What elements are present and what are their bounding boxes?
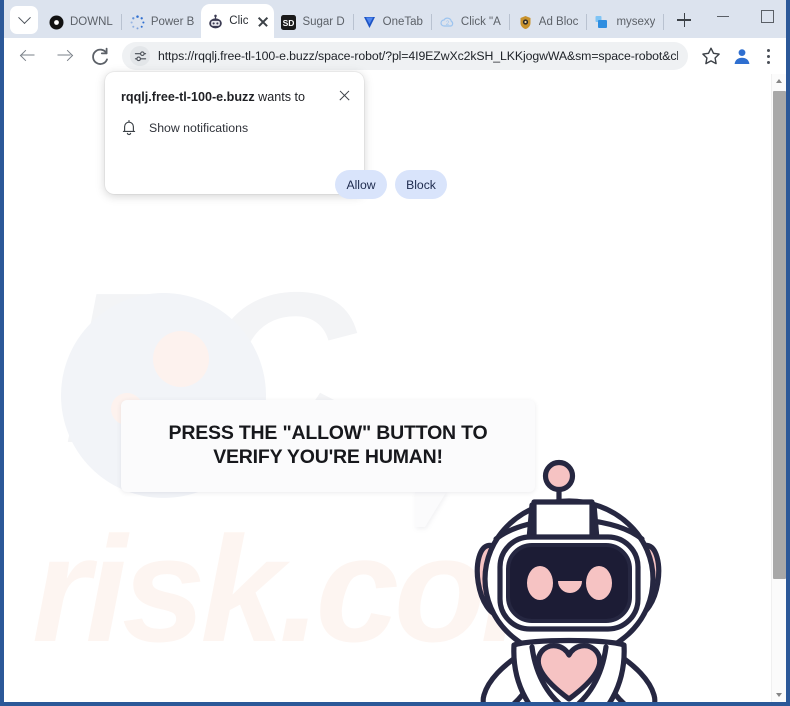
close-icon[interactable] bbox=[256, 14, 270, 28]
forward-button[interactable] bbox=[49, 41, 79, 71]
tab-label: Sugar D bbox=[302, 16, 345, 28]
tab-label: mysexy bbox=[616, 16, 656, 28]
tab-onetab[interactable]: OneTab bbox=[355, 6, 430, 38]
onetab-icon bbox=[362, 15, 377, 30]
tab-label: DOWNL bbox=[70, 16, 113, 28]
download-circle-icon bbox=[49, 15, 64, 30]
allow-button[interactable]: Allow bbox=[335, 170, 387, 199]
loading-spinner-icon bbox=[130, 14, 145, 30]
tab-downl[interactable]: DOWNL bbox=[42, 6, 120, 38]
three-dots-vertical-icon[interactable] bbox=[756, 42, 780, 70]
tab-power-b[interactable]: Power B bbox=[123, 6, 201, 38]
block-button[interactable]: Block bbox=[395, 170, 447, 199]
browser-toolbar: https://rqqlj.free-tl-100-e.buzz/space-r… bbox=[4, 38, 786, 74]
tab-separator bbox=[430, 14, 432, 30]
dot bbox=[766, 55, 770, 59]
page-scrollbar[interactable] bbox=[771, 74, 786, 702]
dot bbox=[766, 61, 770, 65]
tab-separator bbox=[586, 14, 588, 30]
speech-bubble-tail bbox=[415, 491, 447, 527]
tab-separator bbox=[663, 14, 665, 30]
svg-text:SD: SD bbox=[283, 18, 295, 28]
robot-favicon bbox=[208, 14, 223, 29]
tab-separator bbox=[352, 14, 354, 30]
url-text: https://rqqlj.free-tl-100-e.buzz/space-r… bbox=[158, 49, 678, 63]
permission-row: Show notifications bbox=[121, 119, 248, 136]
bell-icon bbox=[122, 120, 136, 136]
dialog-title: rqqlj.free-tl-100-e.buzz wants to bbox=[121, 90, 326, 106]
tab-ad-bloc[interactable]: Ad Bloc bbox=[511, 6, 586, 38]
tune-site-settings-icon[interactable] bbox=[130, 46, 150, 66]
window-controls bbox=[701, 0, 786, 38]
dialog-origin: rqqlj.free-tl-100-e.buzz bbox=[121, 90, 255, 104]
tab-click-a[interactable]: 2 Click "A bbox=[433, 6, 508, 38]
scrollbar-thumb[interactable] bbox=[773, 91, 786, 579]
address-bar[interactable]: https://rqqlj.free-tl-100-e.buzz/space-r… bbox=[122, 42, 688, 70]
shield-badge-icon bbox=[518, 15, 533, 30]
tab-separator bbox=[120, 14, 122, 30]
tab-clic-active[interactable]: Clic bbox=[201, 4, 275, 38]
new-tab-button[interactable] bbox=[671, 7, 697, 33]
tab-label: Click "A bbox=[460, 16, 501, 28]
scroll-down-arrow-icon[interactable] bbox=[772, 687, 786, 702]
tab-label: OneTab bbox=[382, 16, 423, 28]
chevron-down-glyph bbox=[17, 10, 31, 24]
crater bbox=[153, 331, 209, 387]
scroll-up-arrow-icon[interactable] bbox=[772, 74, 786, 89]
tab-label: Ad Bloc bbox=[538, 16, 579, 28]
minimize-button[interactable] bbox=[701, 0, 745, 32]
arrow-left-icon bbox=[21, 50, 35, 63]
tab-strip: DOWNL Power B Clic SD Sugar D OneTab 2 C… bbox=[4, 0, 786, 38]
profile-avatar-icon[interactable] bbox=[728, 42, 756, 70]
close-icon[interactable] bbox=[334, 86, 354, 106]
tab-search-chevron-down-icon[interactable] bbox=[10, 6, 38, 34]
reload-button[interactable] bbox=[85, 41, 115, 71]
dialog-title-suffix: wants to bbox=[254, 90, 306, 104]
tab-label: Clic bbox=[229, 15, 249, 27]
browser-window: DOWNL Power B Clic SD Sugar D OneTab 2 C… bbox=[0, 0, 790, 706]
notification-permission-dialog: rqqlj.free-tl-100-e.buzz wants to Show n… bbox=[105, 72, 447, 199]
tab-separator bbox=[508, 14, 510, 30]
dot bbox=[766, 49, 770, 53]
tab-list: DOWNL Power B Clic SD Sugar D OneTab 2 C… bbox=[42, 0, 786, 38]
tab-sugar-d[interactable]: SD Sugar D bbox=[274, 6, 351, 38]
back-button[interactable] bbox=[13, 41, 43, 71]
bookmark-star-icon[interactable] bbox=[698, 43, 724, 69]
cloud-icon: 2 bbox=[440, 15, 455, 30]
maximize-button[interactable] bbox=[745, 0, 786, 32]
arrow-right-icon bbox=[57, 50, 71, 63]
reload-icon bbox=[92, 47, 108, 65]
tab-mysexy[interactable]: mysexy bbox=[588, 6, 662, 38]
permission-label: Show notifications bbox=[149, 120, 249, 135]
sd-badge-icon: SD bbox=[281, 14, 297, 30]
robot-mascot-illustration bbox=[470, 459, 680, 702]
blue-square-icon bbox=[595, 15, 610, 30]
tab-label: Power B bbox=[150, 16, 195, 28]
